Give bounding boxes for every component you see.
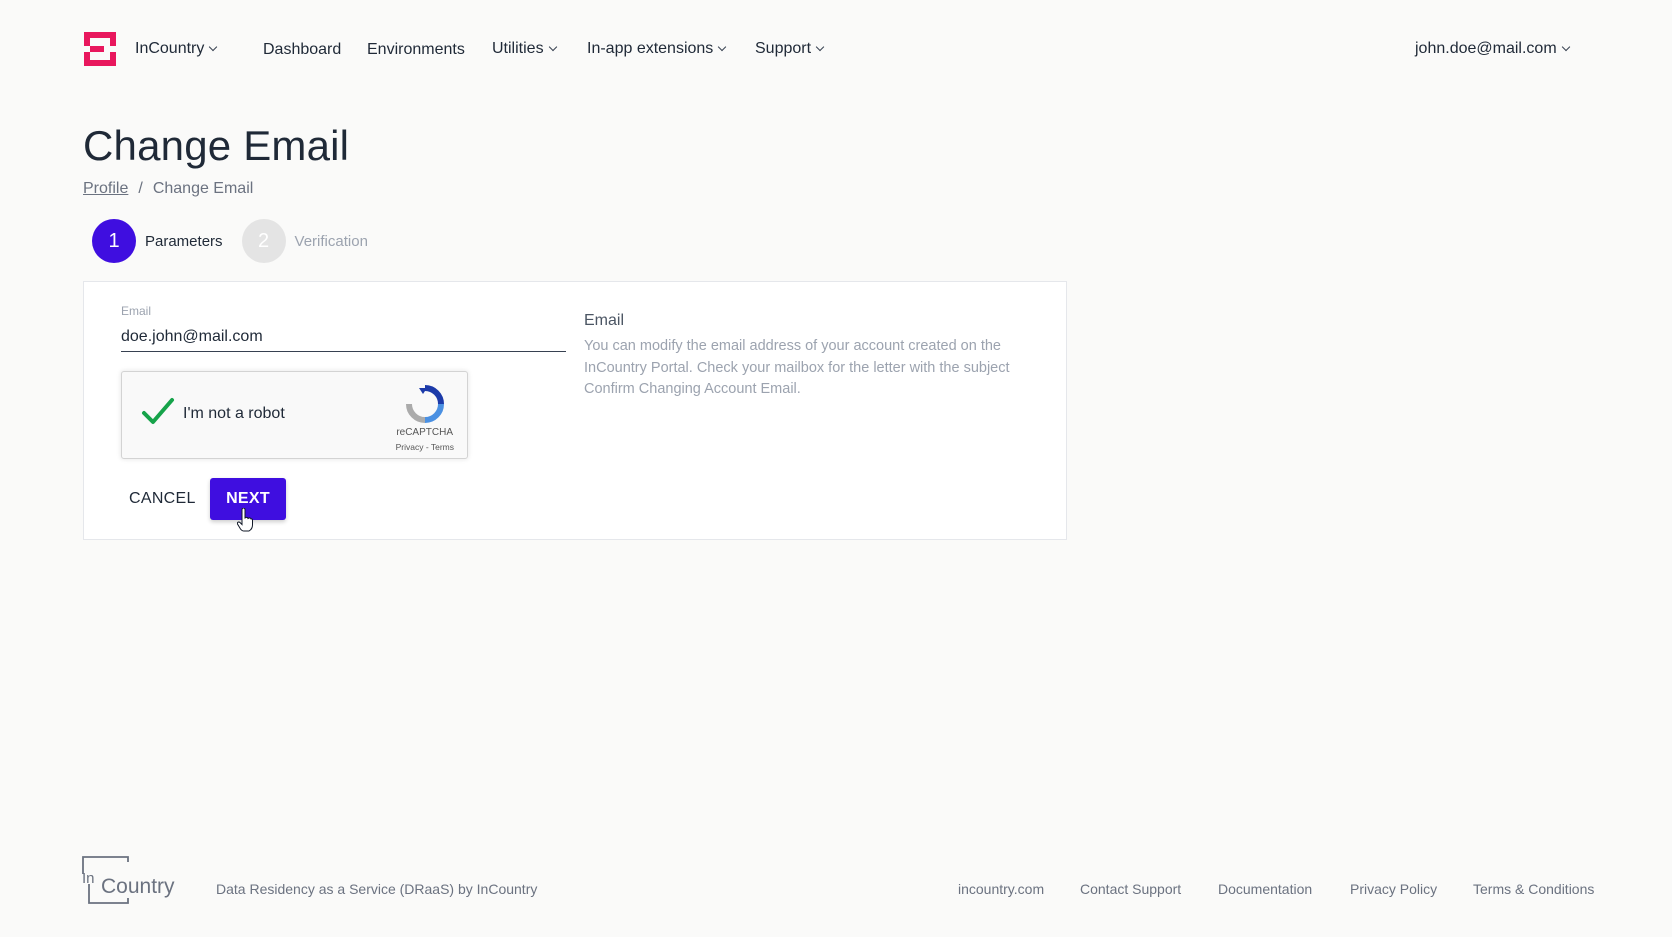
step-2-indicator: 2 [241,219,286,263]
chevron-down-icon [548,42,557,52]
recaptcha-brand: reCAPTCHA [396,427,453,438]
footer-link-contact-support[interactable]: Contact Support [1080,881,1181,897]
top-navigation: InCountry Dashboard Environments Utiliti… [0,0,1672,100]
svg-text:In: In [82,870,95,887]
footer-link-privacy-policy[interactable]: Privacy Policy [1350,881,1437,897]
help-title: Email [584,312,625,329]
email-field-label: Email [121,304,152,318]
help-text: You can modify the email address of your… [584,338,1010,397]
breadcrumb-current: Change Email [152,180,254,197]
user-email: john.doe@mail.com [1415,40,1557,57]
nav-extensions-dropdown[interactable]: In-app extensions [587,40,727,58]
footer-tagline: Data Residency as a Service (DRaaS) by I… [216,881,538,897]
footer-link-documentation[interactable]: Documentation [1218,881,1312,897]
checkmark-icon[interactable] [140,394,176,430]
cancel-button[interactable]: CANCEL [121,478,204,520]
footer-link-incountry[interactable]: incountry.com [958,881,1044,897]
chevron-down-icon [209,42,218,52]
breadcrumb: Profile / Change Email [83,180,253,198]
chevron-down-icon [815,42,825,52]
email-field[interactable] [121,322,566,352]
nav-utilities-dropdown[interactable]: Utilities [492,40,557,58]
recaptcha-label: I'm not a robot [183,405,285,422]
nav-extensions-label: In-app extensions [587,40,714,57]
svg-text:Country: Country [101,875,175,898]
page-title: Change Email [83,122,350,169]
incountry-wordmark-logo-icon[interactable]: In Country [82,856,178,904]
nav-environments[interactable]: Environments [367,41,465,59]
nav-dashboard[interactable]: Dashboard [263,41,341,59]
footer: In Country Data Residency as a Service (… [0,850,1672,910]
nav-support-label: Support [755,40,812,57]
incountry-logo-icon[interactable] [84,32,116,66]
chevron-down-icon [1561,42,1570,52]
stepper: 1 Parameters 2 Verification [92,219,387,263]
chevron-down-icon [718,42,727,52]
breadcrumb-separator: / [138,180,143,197]
recaptcha-logo-icon [406,385,444,423]
org-switcher-dropdown[interactable]: InCountry [135,40,218,58]
step-2-label: Verification [294,232,368,250]
change-email-form-card: Email I'm not a robot reCAPTCHA Privacy … [83,281,1067,540]
breadcrumb-profile-link[interactable]: Profile [83,180,128,198]
nav-support-dropdown[interactable]: Support [755,40,825,58]
recaptcha-widget: I'm not a robot reCAPTCHA Privacy - Term… [121,371,468,459]
user-menu-dropdown[interactable]: john.doe@mail.com [1415,40,1570,58]
step-1-indicator: 1 [92,219,136,263]
org-name: InCountry [135,40,205,57]
hand-pointer-cursor-icon [237,508,253,532]
recaptcha-privacy-terms[interactable]: Privacy - Terms [396,442,454,452]
step-1-label: Parameters [145,232,223,250]
footer-link-terms[interactable]: Terms & Conditions [1473,881,1594,897]
nav-utilities-label: Utilities [492,40,544,57]
